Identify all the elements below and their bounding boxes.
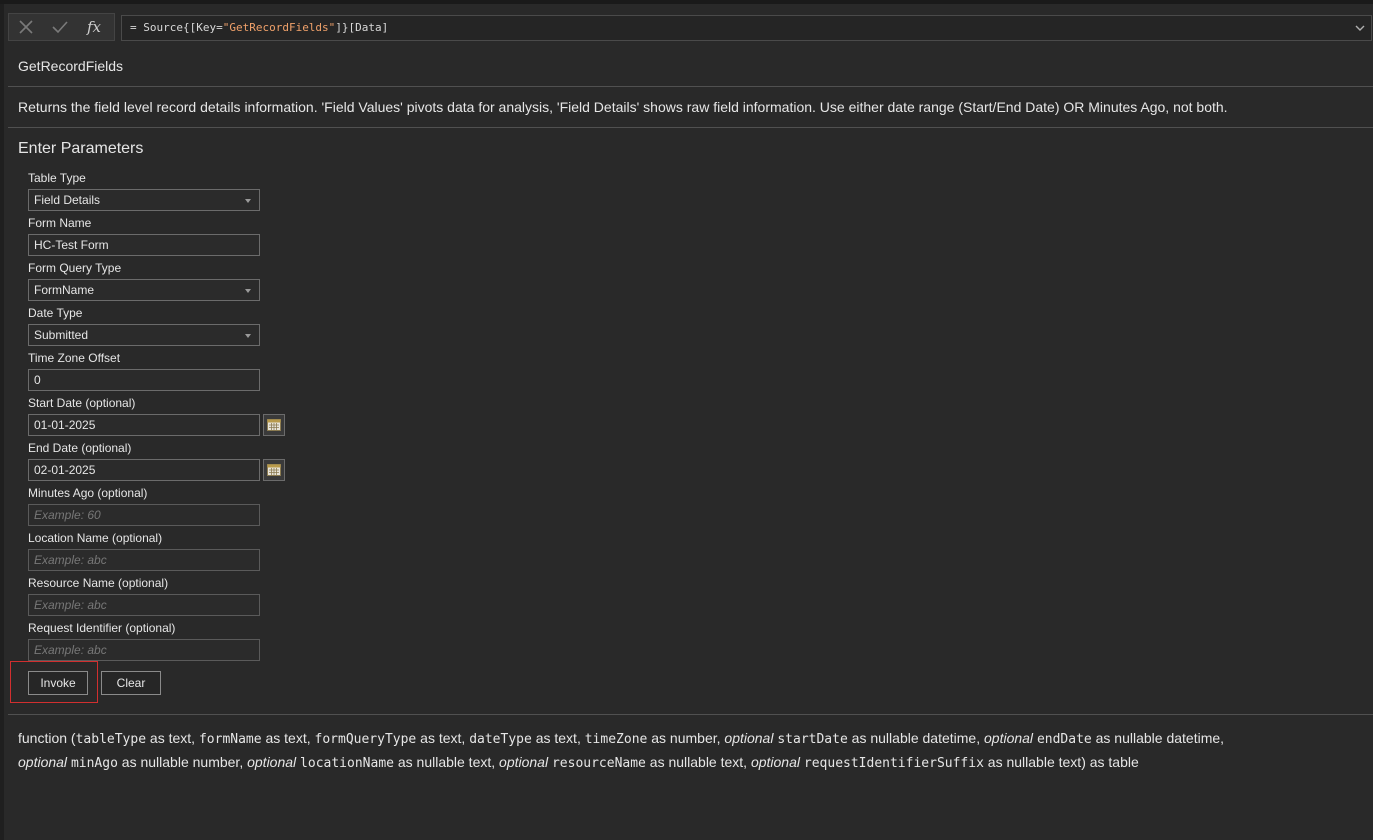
param-label: End Date (optional): [28, 441, 132, 455]
param-minutes-ago: Minutes Ago (optional) Example: 60: [28, 486, 288, 526]
param-label: Location Name (optional): [28, 531, 163, 545]
formula-string: "GetRecordFields": [222, 21, 336, 34]
sig-param: requestIdentifierSuffix: [803, 756, 984, 771]
calendar-icon[interactable]: [263, 414, 285, 436]
sig-optional: optional: [724, 730, 774, 746]
form-query-type-dropdown[interactable]: FormName: [28, 279, 260, 301]
power-query-editor: fx = Source{[Key="GetRecordFields"]}[Dat…: [0, 0, 1373, 840]
sig-text: as nullable text) as table: [983, 754, 1139, 770]
x-icon[interactable]: [9, 14, 43, 40]
divider: [8, 127, 1373, 128]
sig-param: dateType: [469, 732, 532, 747]
minutes-ago-input[interactable]: Example: 60: [28, 504, 260, 526]
sig-optional: optional: [499, 754, 549, 770]
sig-param: formName: [198, 732, 262, 747]
date-type-dropdown[interactable]: Submitted: [28, 324, 260, 346]
sig-param: locationName: [300, 756, 394, 771]
caret-down-icon: [245, 199, 251, 203]
function-name: GetRecordFields: [18, 58, 124, 74]
sig-param: tableType: [75, 732, 147, 747]
sig-text: as nullable text,: [393, 754, 500, 770]
sig-param: endDate: [1036, 732, 1092, 747]
param-request-identifier: Request Identifier (optional) Example: a…: [28, 621, 288, 661]
param-label: Time Zone Offset: [28, 351, 121, 365]
check-icon[interactable]: [43, 14, 77, 40]
formula-bar-buttons: fx: [8, 13, 115, 41]
dropdown-value: FormName: [34, 283, 95, 297]
sig-text: as nullable number,: [117, 754, 248, 770]
param-start-date: Start Date (optional) 01-01-2025: [28, 396, 288, 436]
dropdown-value: Field Details: [34, 193, 101, 207]
sig-optional: optional: [18, 754, 68, 770]
param-form-query-type: Form Query Type FormName: [28, 261, 288, 301]
param-resource-name: Resource Name (optional) Example: abc: [28, 576, 288, 616]
parameters-heading: Enter Parameters: [18, 140, 144, 157]
param-label: Resource Name (optional): [28, 576, 169, 590]
caret-down-icon: [245, 334, 251, 338]
sig-param: minAgo: [70, 756, 118, 771]
sig-text: as text,: [261, 730, 315, 746]
resource-name-input[interactable]: Example: abc: [28, 594, 260, 616]
chevron-down-icon[interactable]: [1355, 23, 1365, 33]
param-label: Minutes Ago (optional): [28, 486, 148, 500]
param-label: Form Name: [28, 216, 92, 230]
sig-optional: optional: [750, 754, 800, 770]
sig-param: timeZone: [584, 732, 648, 747]
param-table-type: Table Type Field Details: [28, 171, 288, 211]
divider: [8, 714, 1373, 715]
sig-optional: optional: [247, 754, 297, 770]
param-end-date: End Date (optional) 02-01-2025: [28, 441, 288, 481]
sig-text: as text,: [531, 730, 585, 746]
formula-suffix: ]}[Data]: [335, 21, 389, 34]
calendar-icon[interactable]: [263, 459, 285, 481]
sig-text: as nullable text,: [645, 754, 751, 770]
sig-optional: optional: [984, 730, 1034, 746]
sig-param: startDate: [777, 732, 848, 747]
location-name-input[interactable]: Example: abc: [28, 549, 260, 571]
param-label: Start Date (optional): [28, 396, 136, 410]
table-type-dropdown[interactable]: Field Details: [28, 189, 260, 211]
caret-down-icon: [245, 289, 251, 293]
invoke-button[interactable]: Invoke: [28, 671, 88, 695]
param-form-name: Form Name HC-Test Form: [28, 216, 288, 256]
param-time-zone-offset: Time Zone Offset 0: [28, 351, 288, 391]
request-identifier-input[interactable]: Example: abc: [28, 639, 260, 661]
param-label: Table Type: [28, 171, 86, 185]
sig-param: formQueryType: [314, 732, 417, 747]
sig-text: as text,: [146, 730, 199, 746]
formula-prefix: = Source{[Key=: [130, 21, 223, 34]
dropdown-value: Submitted: [34, 328, 89, 342]
left-border: [0, 4, 4, 840]
formula-input[interactable]: = Source{[Key="GetRecordFields"]}[Data]: [121, 15, 1372, 41]
function-description: Returns the field level record details i…: [18, 99, 1228, 115]
sig-text: as text,: [416, 730, 470, 746]
form-name-input[interactable]: HC-Test Form: [28, 234, 260, 256]
top-border: [0, 0, 1373, 4]
fx-button[interactable]: fx: [77, 14, 111, 40]
end-date-input[interactable]: 02-01-2025: [28, 459, 260, 481]
sig-text: as nullable datetime,: [847, 730, 984, 746]
param-date-type: Date Type Submitted: [28, 306, 288, 346]
function-signature: function (tableType as text, formName as…: [18, 727, 1358, 775]
clear-button[interactable]: Clear: [101, 671, 161, 695]
sig-text: function (: [18, 730, 76, 746]
divider: [8, 86, 1373, 87]
sig-text: as number,: [647, 730, 725, 746]
param-label: Request Identifier (optional): [28, 621, 176, 635]
param-label: Form Query Type: [28, 261, 122, 275]
sig-param: resourceName: [551, 756, 646, 771]
start-date-input[interactable]: 01-01-2025: [28, 414, 260, 436]
sig-text: as nullable datetime,: [1091, 730, 1225, 746]
time-zone-offset-input[interactable]: 0: [28, 369, 260, 391]
param-label: Date Type: [28, 306, 83, 320]
param-location-name: Location Name (optional) Example: abc: [28, 531, 288, 571]
